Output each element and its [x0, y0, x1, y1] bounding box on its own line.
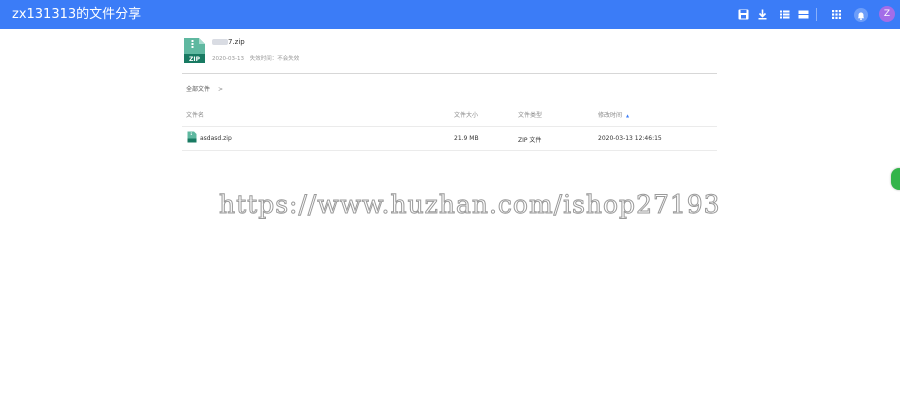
watermark-text: https://www.huzhan.com/ishop27193	[219, 190, 721, 220]
column-header-type[interactable]: 文件类型	[518, 110, 542, 119]
download-icon[interactable]	[756, 8, 769, 21]
breadcrumb-root[interactable]: 全部文件	[186, 86, 210, 93]
file-type-cell: ZIP 文件	[518, 137, 542, 144]
shared-file-name: 7.zip	[228, 38, 245, 46]
shared-date: 2020-03-13	[212, 56, 244, 62]
sort-ascending-icon: ▲	[625, 113, 630, 118]
expire-text: 失效时间：不会失效	[249, 56, 300, 62]
shared-file-meta: 2020-03-13 失效时间：不会失效	[212, 54, 303, 62]
redacted-name-mask	[212, 39, 228, 45]
apps-grid-icon[interactable]	[830, 8, 843, 21]
zip-file-icon	[187, 131, 197, 143]
card-view-icon[interactable]	[797, 8, 810, 21]
breadcrumb-separator: >	[217, 86, 223, 93]
avatar[interactable]: Z	[879, 6, 895, 22]
breadcrumb: 全部文件 >	[186, 84, 223, 93]
file-name-cell[interactable]: asdasd.zip	[200, 135, 232, 142]
toolbar-divider	[816, 8, 817, 21]
file-modified-cell: 2020-03-13 12:46:15	[598, 135, 662, 142]
top-bar: zx131313的文件分享 Z	[0, 0, 900, 29]
column-header-size[interactable]: 文件大小	[454, 110, 478, 119]
table-row-divider	[182, 150, 717, 151]
zip-badge-text: ZIP	[189, 56, 201, 63]
page-title: zx131313的文件分享	[12, 7, 142, 22]
column-header-name[interactable]: 文件名	[186, 110, 204, 119]
column-header-modified[interactable]: 修改时间 ▲	[598, 110, 629, 119]
bell-icon	[857, 12, 865, 21]
save-icon[interactable]	[737, 8, 750, 21]
zip-file-icon: ZIP	[184, 38, 205, 63]
notification-button[interactable]	[854, 8, 868, 22]
file-size-cell: 21.9 MB	[454, 135, 479, 142]
column-header-modified-label: 修改时间	[598, 112, 623, 119]
list-view-icon[interactable]	[778, 8, 791, 21]
floating-side-button[interactable]	[891, 168, 900, 190]
header-divider	[182, 73, 717, 74]
table-header-divider	[182, 126, 717, 127]
